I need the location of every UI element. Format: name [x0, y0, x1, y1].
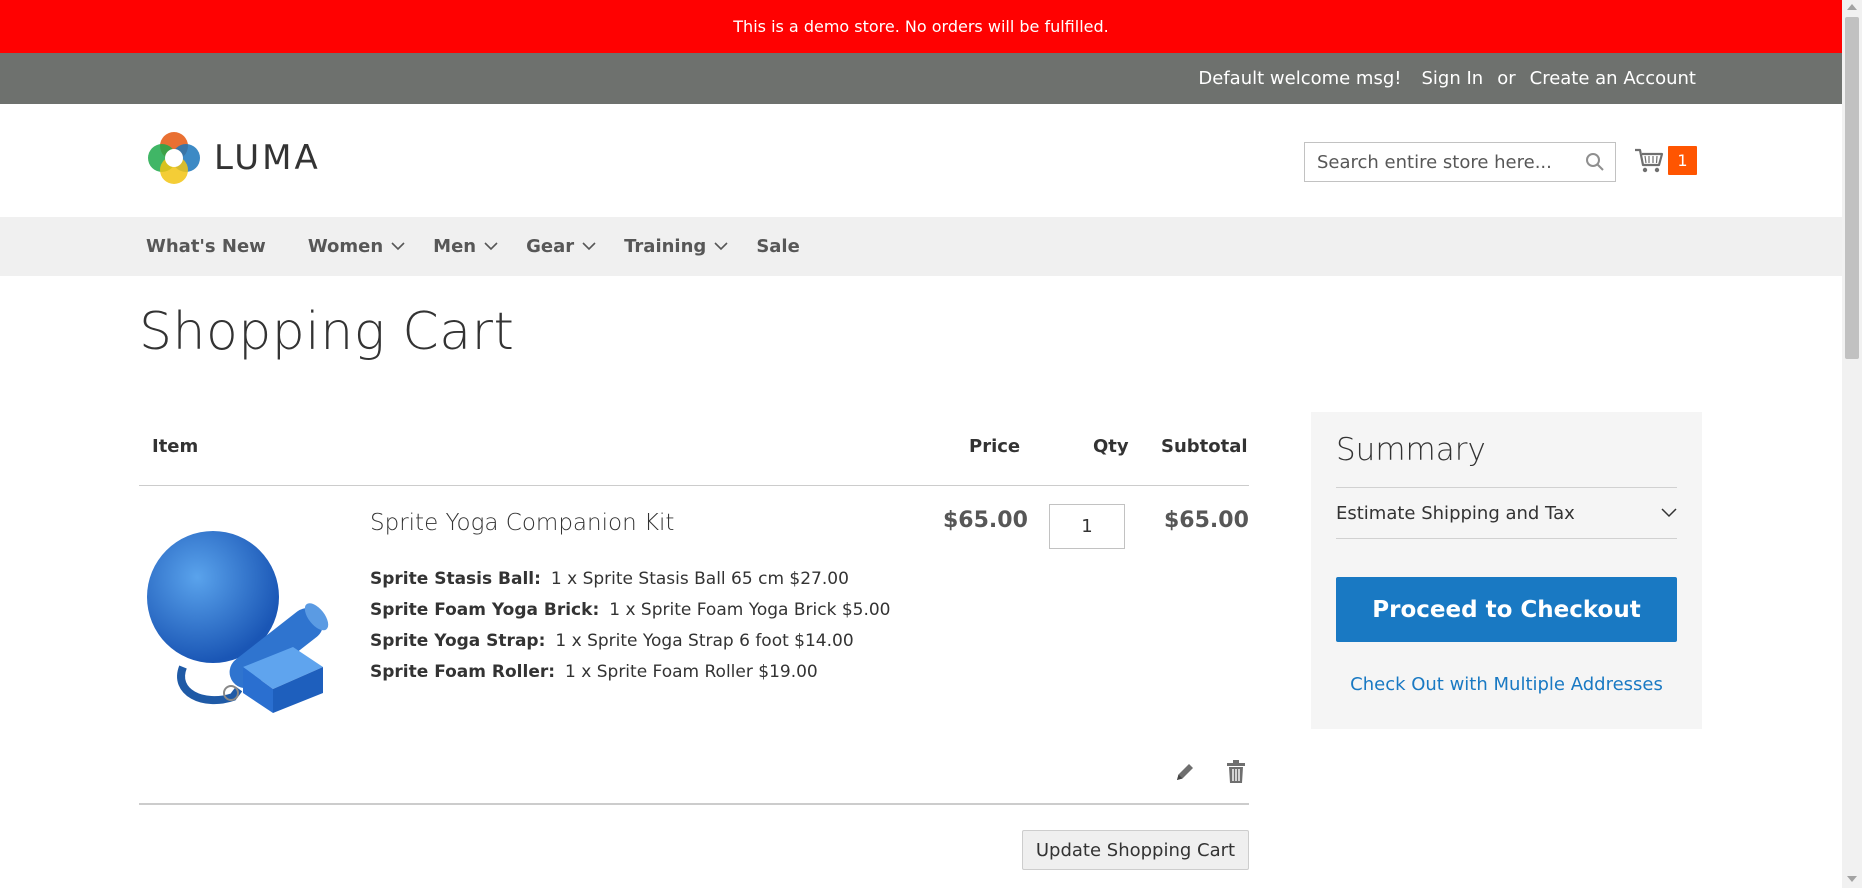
create-account-link[interactable]: Create an Account [1530, 68, 1696, 89]
proceed-to-checkout-button[interactable]: Proceed to Checkout [1336, 577, 1677, 642]
option-label: Sprite Foam Yoga Brick: [370, 600, 600, 620]
demo-notice-text: This is a demo store. No orders will be … [733, 17, 1109, 36]
cart-icon [1635, 148, 1664, 172]
sign-in-link[interactable]: Sign In [1422, 68, 1484, 89]
option-value: 1 x Sprite Stasis Ball 65 cm $27.00 [550, 569, 849, 589]
summary-divider [1336, 538, 1677, 539]
column-header-subtotal: Subtotal [1161, 436, 1248, 457]
option-value: 1 x Sprite Foam Yoga Brick $5.00 [609, 600, 891, 620]
nav-item-label: What's New [146, 236, 266, 257]
product-name-link[interactable]: Sprite Yoga Companion Kit [370, 510, 674, 536]
table-header-divider [139, 485, 1249, 486]
estimate-shipping-label: Estimate Shipping and Tax [1336, 502, 1575, 524]
multiple-addresses-link[interactable]: Check Out with Multiple Addresses [1311, 674, 1702, 695]
column-header-qty: Qty [1093, 436, 1129, 457]
demo-store-notice: This is a demo store. No orders will be … [0, 0, 1842, 53]
search-icon[interactable] [1585, 152, 1605, 172]
search-box [1304, 142, 1616, 182]
update-cart-button[interactable]: Update Shopping Cart [1022, 830, 1249, 870]
nav-item-label: Training [624, 236, 707, 257]
nav-item-label: Sale [756, 236, 800, 257]
item-price: $65.00 [943, 508, 1028, 533]
nav-item-sale[interactable]: Sale [756, 236, 800, 257]
page-title: Shopping Cart [139, 302, 515, 362]
cart-count-badge: 1 [1668, 146, 1697, 175]
logo[interactable]: LUMA [146, 130, 321, 186]
trash-icon[interactable] [1226, 760, 1246, 784]
order-summary: Summary Estimate Shipping and Tax Procee… [1311, 412, 1702, 729]
option-label: Sprite Yoga Strap: [370, 631, 546, 651]
column-header-price: Price [969, 436, 1021, 457]
option-value: 1 x Sprite Foam Roller $19.00 [565, 662, 818, 682]
nav-item-label: Gear [526, 236, 575, 257]
nav-item-training[interactable]: Training [624, 236, 728, 257]
top-links-bar: Default welcome msg! Sign In or Create a… [0, 53, 1842, 104]
luma-logo-icon [148, 132, 200, 184]
summary-title: Summary [1336, 432, 1486, 468]
chevron-down-icon [484, 242, 498, 251]
or-separator: or [1497, 68, 1516, 89]
column-header-item: Item [152, 436, 199, 457]
product-options-list: Sprite Stasis Ball: 1 x Sprite Stasis Bal… [370, 564, 891, 688]
product-option: Sprite Stasis Ball: 1 x Sprite Stasis Bal… [370, 564, 891, 595]
estimate-shipping-toggle[interactable]: Estimate Shipping and Tax [1336, 488, 1677, 538]
chevron-down-icon [1661, 508, 1677, 518]
option-value: 1 x Sprite Yoga Strap 6 foot $14.00 [555, 631, 854, 651]
qty-input[interactable] [1049, 504, 1125, 549]
product-option: Sprite Foam Roller: 1 x Sprite Foam Rolle… [370, 657, 891, 688]
minicart[interactable]: 1 [1634, 146, 1697, 175]
vertical-scrollbar[interactable] [1842, 0, 1862, 888]
nav-item-men[interactable]: Men [433, 236, 498, 257]
edit-pencil-icon[interactable] [1174, 761, 1196, 783]
welcome-message: Default welcome msg! [1198, 68, 1402, 89]
search-input[interactable] [1305, 143, 1565, 181]
product-option: Sprite Foam Yoga Brick: 1 x Sprite Foam Y… [370, 595, 891, 626]
product-option: Sprite Yoga Strap: 1 x Sprite Yoga Strap … [370, 626, 891, 657]
multiple-addresses-label: Check Out with Multiple Addresses [1350, 674, 1663, 695]
nav-item-whats-new[interactable]: What's New [146, 236, 266, 257]
scroll-down-arrow-icon[interactable] [1847, 876, 1857, 882]
cart-row-divider [139, 803, 1249, 805]
nav-item-label: Men [433, 236, 477, 257]
site-header: LUMA 1 [0, 104, 1842, 217]
logo-text: LUMA [214, 138, 321, 178]
chevron-down-icon [582, 242, 596, 251]
scroll-up-arrow-icon[interactable] [1847, 4, 1857, 10]
nav-item-women[interactable]: Women [308, 236, 405, 257]
nav-item-gear[interactable]: Gear [526, 236, 596, 257]
option-label: Sprite Foam Roller: [370, 662, 556, 682]
product-image[interactable] [143, 517, 343, 717]
chevron-down-icon [391, 242, 405, 251]
option-label: Sprite Stasis Ball: [370, 569, 541, 589]
nav-item-label: Women [307, 236, 384, 257]
scrollbar-thumb[interactable] [1845, 17, 1859, 359]
main-navigation: What's New Women Men Gear Training Sale [0, 217, 1842, 276]
chevron-down-icon [714, 242, 728, 251]
item-subtotal: $65.00 [1164, 508, 1249, 533]
